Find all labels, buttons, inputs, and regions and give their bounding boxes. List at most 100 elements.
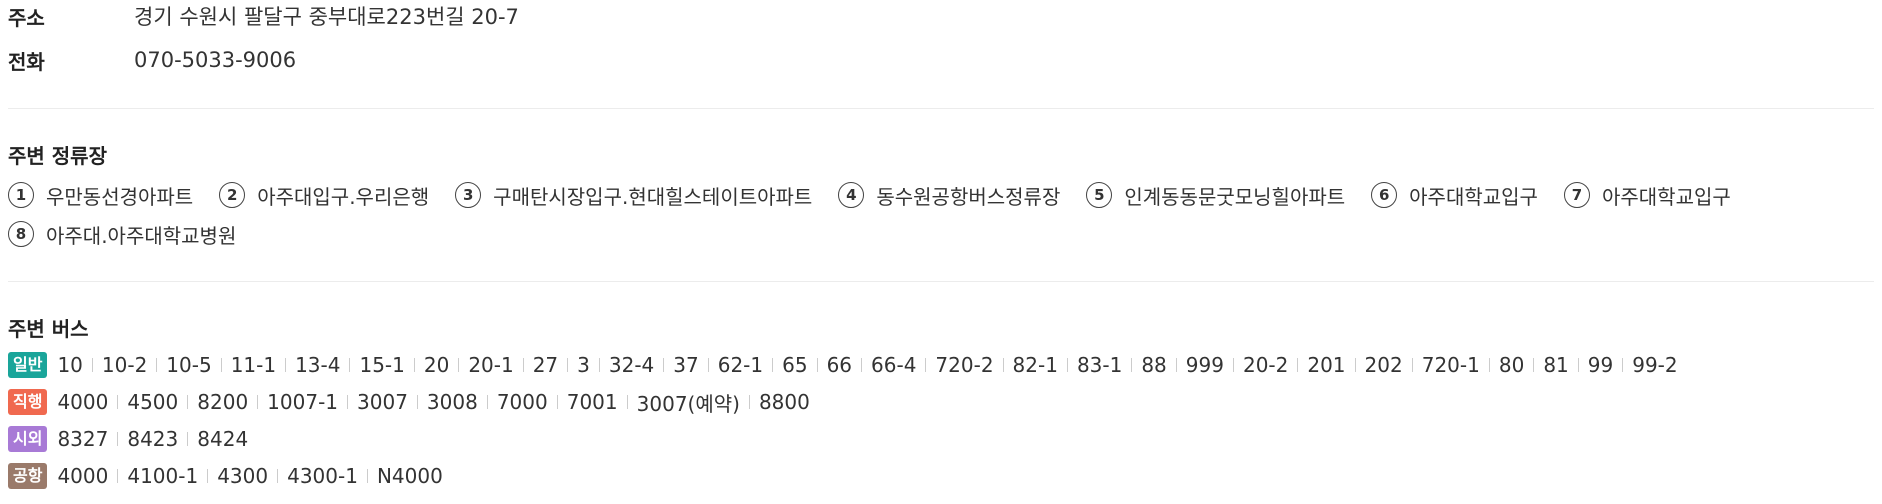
bus-number-link[interactable]: 32-4 <box>609 353 654 377</box>
bus-group-regular: 일반 10 10-2 10-5 11-1 13-4 15-1 20 20-1 27 3 32-4 37… <box>8 350 1678 380</box>
stop-name: 아주대학교입구 <box>1409 184 1538 209</box>
bus-number-link[interactable]: 3008 <box>427 390 478 414</box>
bus-group-express: 직행 4000 4500 8200 1007-1 3007 3008 7000 7001 300… <box>8 387 810 417</box>
stop-item[interactable]: 2 아주대입구.우리은행 <box>219 181 429 210</box>
bus-number-link[interactable]: 4000 <box>57 464 108 488</box>
stop-item[interactable]: 8 아주대.아주대학교병원 <box>8 220 236 249</box>
stop-name: 우만동선경아파트 <box>46 184 194 209</box>
stop-number-badge: 7 <box>1563 182 1590 208</box>
nearby-stops-title: 주변 정류장 <box>8 144 107 168</box>
bus-number-link[interactable]: 201 <box>1307 353 1345 377</box>
address-label: 주소 <box>8 5 45 30</box>
bus-type-badge: 시외 <box>8 426 48 452</box>
bus-number-link[interactable]: 10-5 <box>166 353 211 377</box>
bus-type-badge: 공항 <box>8 463 48 489</box>
bus-separator <box>413 358 415 372</box>
bus-number-link[interactable]: 3 <box>577 353 590 377</box>
bus-number-link[interactable]: 80 <box>1499 353 1524 377</box>
bus-number-link[interactable]: 202 <box>1365 353 1403 377</box>
bus-number-link[interactable]: 4100-1 <box>127 464 198 488</box>
bus-number-link[interactable]: 8424 <box>197 427 248 451</box>
bus-number-link[interactable]: 4300-1 <box>287 464 358 488</box>
bus-separator <box>349 358 351 372</box>
stop-number-badge: 8 <box>8 221 34 247</box>
bus-number-link[interactable]: 4500 <box>127 390 178 414</box>
bus-separator <box>522 358 524 372</box>
phone-value[interactable]: 070-5033-9006 <box>134 48 296 72</box>
stop-name: 인계동동문굿모닝힐아파트 <box>1124 184 1346 209</box>
bus-number-link[interactable]: 20-1 <box>468 353 513 377</box>
bus-number-link[interactable]: 81 <box>1543 353 1568 377</box>
bus-number-link[interactable]: 10-2 <box>102 353 147 377</box>
address-row: 주소 경기 수원시 팔달구 중부대로223번길 20-7 <box>8 1 519 31</box>
stop-number-badge: 3 <box>455 182 482 208</box>
bus-number-link[interactable]: 15-1 <box>359 353 404 377</box>
bus-number-link[interactable]: N4000 <box>377 464 443 488</box>
stop-item[interactable]: 6 아주대학교입구 <box>1371 181 1538 210</box>
bus-separator <box>458 358 460 372</box>
bus-number-link[interactable]: 1007-1 <box>267 390 338 414</box>
bus-separator <box>117 432 119 446</box>
bus-number-link[interactable]: 27 <box>533 353 558 377</box>
stop-number-badge: 5 <box>1086 182 1113 208</box>
bus-separator <box>748 395 750 409</box>
bus-separator <box>1488 358 1490 372</box>
bus-number-link[interactable]: 11-1 <box>231 353 276 377</box>
bus-number-link[interactable]: 99-2 <box>1632 353 1677 377</box>
bus-number-link[interactable]: 20 <box>424 353 449 377</box>
bus-type-badge: 일반 <box>8 352 48 378</box>
bus-number-link[interactable]: 20-2 <box>1243 353 1288 377</box>
stop-name: 아주대.아주대학교병원 <box>46 223 237 248</box>
bus-separator <box>486 395 488 409</box>
bus-separator <box>663 358 665 372</box>
bus-number-link[interactable]: 65 <box>782 353 807 377</box>
bus-number-link[interactable]: 3007 <box>357 390 408 414</box>
stop-number-badge: 6 <box>1371 182 1398 208</box>
bus-number-link[interactable]: 720-2 <box>935 353 993 377</box>
bus-number-link[interactable]: 8327 <box>57 427 108 451</box>
bus-group-intercity: 시외 8327 8423 8424 <box>8 424 248 454</box>
bus-separator <box>925 358 927 372</box>
bus-number-link[interactable]: 8800 <box>759 390 810 414</box>
bus-number-list: 10 10-2 10-5 11-1 13-4 15-1 20 20-1 27 3 32-4 37 62-… <box>57 353 1677 377</box>
bus-separator <box>207 469 209 483</box>
bus-number-link[interactable]: 8200 <box>197 390 248 414</box>
bus-number-link[interactable]: 10 <box>57 353 82 377</box>
address-value: 경기 수원시 팔달구 중부대로223번길 20-7 <box>134 5 519 29</box>
bus-number-link[interactable]: 82-1 <box>1013 353 1058 377</box>
bus-number-list: 4000 4500 8200 1007-1 3007 3008 7000 7001 3007(예… <box>57 388 809 417</box>
bus-number-link[interactable]: 999 <box>1186 353 1224 377</box>
bus-group-airport: 공항 4000 4100-1 4300 4300-1 N4000 <box>8 461 443 491</box>
stop-item[interactable]: 4 동수원공항버스정류장 <box>838 181 1060 210</box>
bus-number-link[interactable]: 37 <box>673 353 698 377</box>
bus-number-link[interactable]: 3007(예약) <box>637 388 740 417</box>
stop-item[interactable]: 5 인계동동문굿모닝힐아파트 <box>1086 181 1345 210</box>
nearby-buses-title: 주변 버스 <box>8 317 89 341</box>
stop-name: 동수원공항버스정류장 <box>876 184 1061 209</box>
bus-number-list: 8327 8423 8424 <box>57 427 248 451</box>
stop-number-badge: 2 <box>219 182 246 208</box>
bus-number-link[interactable]: 62-1 <box>718 353 763 377</box>
divider <box>8 108 1874 109</box>
bus-separator <box>567 358 569 372</box>
stop-item[interactable]: 7 아주대학교입구 <box>1563 181 1731 210</box>
bus-number-link[interactable]: 7000 <box>497 390 548 414</box>
bus-number-link[interactable]: 4300 <box>217 464 268 488</box>
divider <box>8 281 1874 282</box>
bus-number-link[interactable]: 88 <box>1141 353 1166 377</box>
phone-label: 전화 <box>8 49 45 74</box>
stop-item[interactable]: 1 우만동선경아파트 <box>8 181 193 210</box>
bus-separator <box>1297 358 1299 372</box>
bus-number-link[interactable]: 720-1 <box>1422 353 1480 377</box>
bus-separator <box>556 395 558 409</box>
bus-number-link[interactable]: 7001 <box>567 390 618 414</box>
bus-number-link[interactable]: 66 <box>827 353 852 377</box>
bus-number-link[interactable]: 83-1 <box>1077 353 1122 377</box>
bus-number-link[interactable]: 8423 <box>127 427 178 451</box>
bus-number-link[interactable]: 66-4 <box>871 353 916 377</box>
stop-item[interactable]: 3 구매탄시장입구.현대힐스테이트아파트 <box>455 181 812 210</box>
bus-separator <box>626 395 628 409</box>
bus-number-link[interactable]: 99 <box>1588 353 1613 377</box>
bus-number-link[interactable]: 13-4 <box>295 353 340 377</box>
bus-number-link[interactable]: 4000 <box>57 390 108 414</box>
